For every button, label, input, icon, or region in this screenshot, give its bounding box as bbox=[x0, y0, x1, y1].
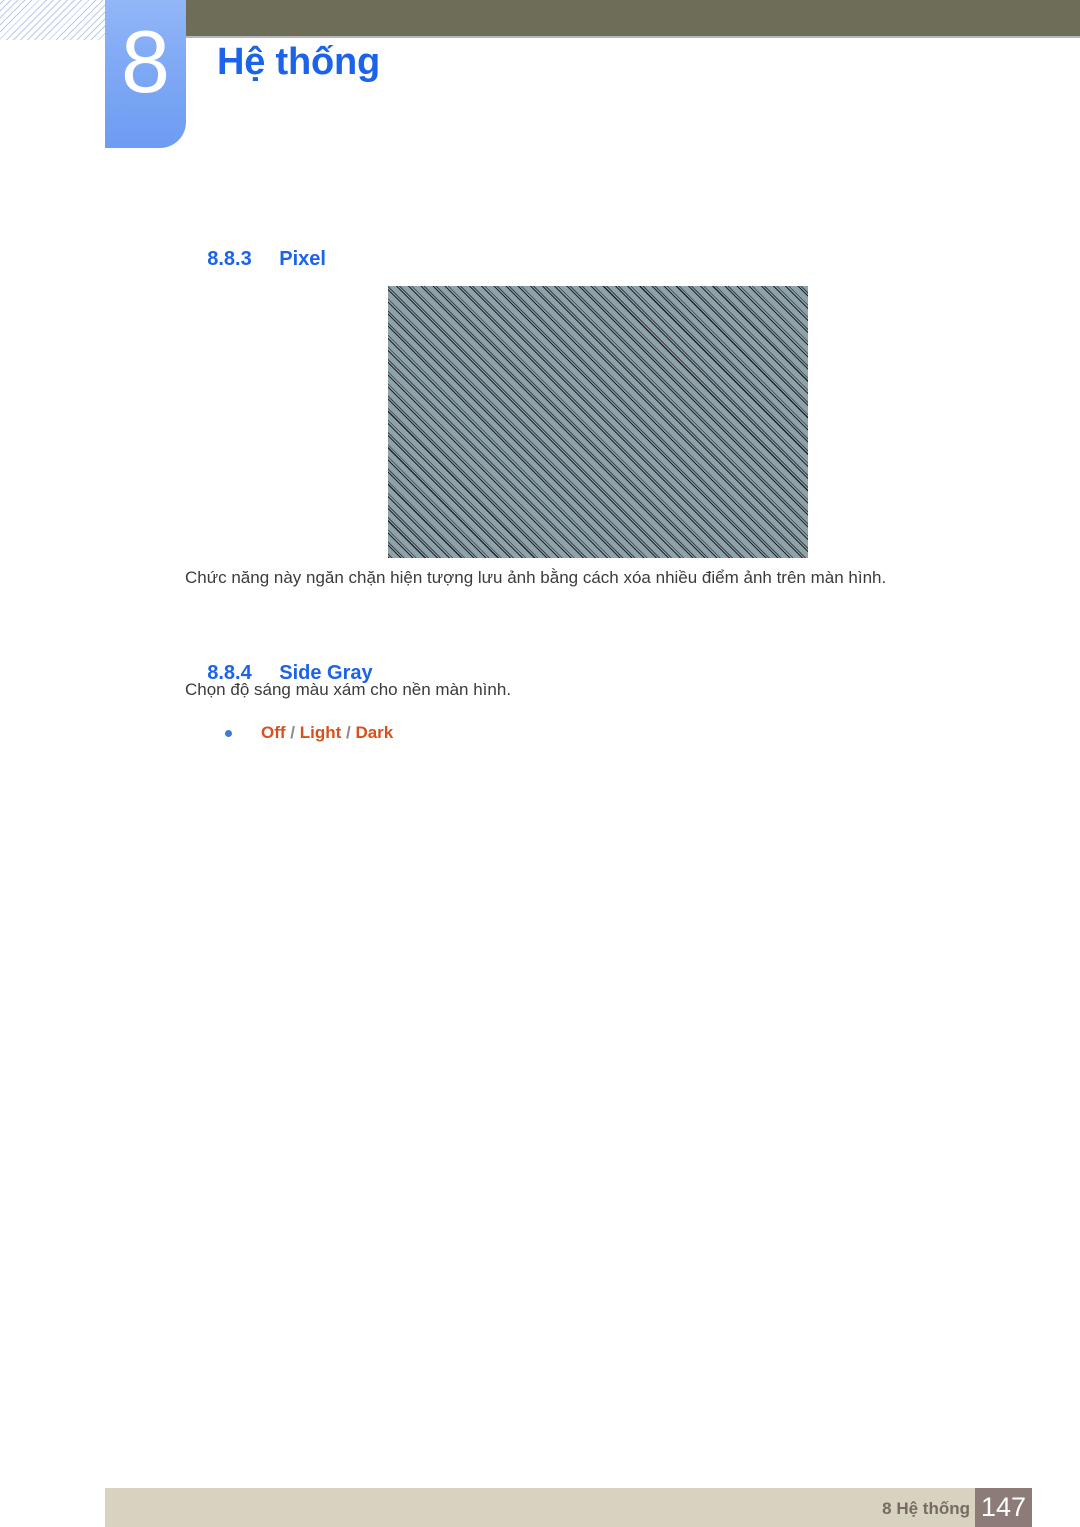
corner-hatch-decoration bbox=[0, 0, 106, 40]
section-heading-pixel: 8.8.3 Pixel bbox=[185, 220, 326, 298]
footer-chapter-label: 8 Hệ thống bbox=[882, 1499, 970, 1518]
header-olive-bar-shadow bbox=[186, 36, 1080, 38]
bullet-dot-icon bbox=[225, 729, 232, 737]
option-off: Off bbox=[261, 723, 286, 742]
header-olive-bar bbox=[186, 0, 1080, 36]
section-title-pixel: Pixel bbox=[279, 248, 326, 270]
footer-bar bbox=[105, 1488, 975, 1527]
option-separator-1: / bbox=[285, 723, 300, 742]
page-title: Hệ thống bbox=[217, 41, 381, 83]
side-gray-option-list-item: Off / Light / Dark bbox=[225, 722, 393, 744]
option-separator-2: / bbox=[341, 723, 356, 742]
option-light: Light bbox=[299, 723, 342, 742]
footer-page-number: 147 bbox=[975, 1488, 1032, 1527]
chapter-number-tab: 8 bbox=[105, 0, 186, 148]
pixel-description-text: Chức năng này ngăn chặn hiện tượng lưu ả… bbox=[185, 568, 887, 587]
side-gray-option-values: Off / Light / Dark bbox=[261, 722, 393, 744]
pixel-pattern-figure bbox=[388, 286, 808, 558]
section-number-pixel: 8.8.3 bbox=[207, 248, 252, 270]
option-dark: Dark bbox=[355, 723, 394, 742]
chapter-number: 8 bbox=[121, 12, 170, 111]
side-gray-description-text: Chọn độ sáng màu xám cho nền màn hình. bbox=[185, 680, 512, 699]
